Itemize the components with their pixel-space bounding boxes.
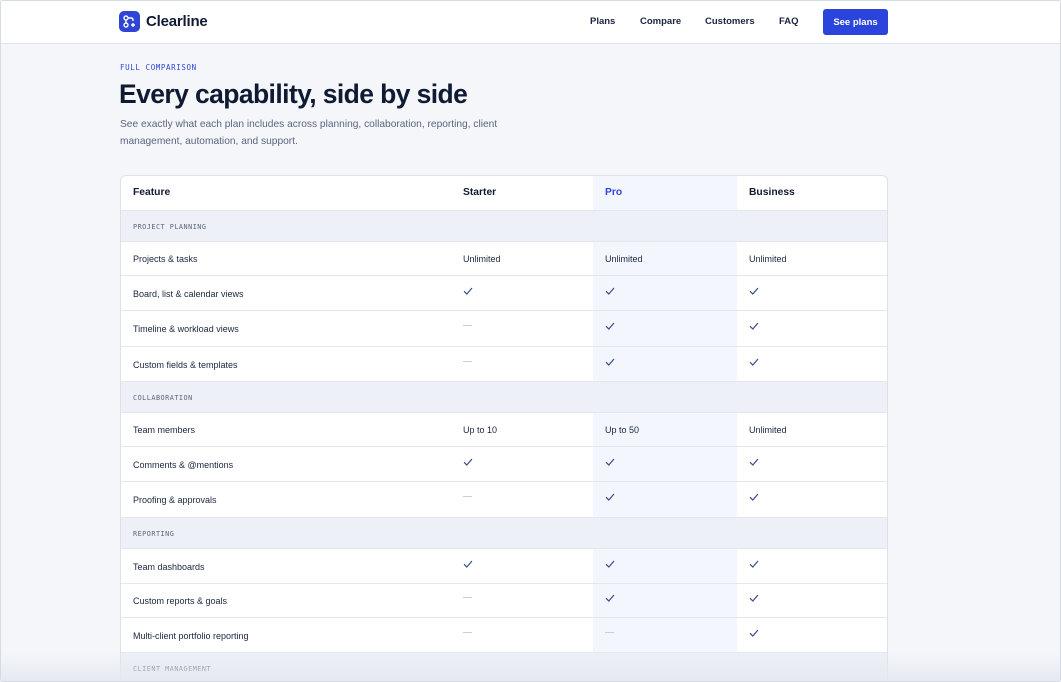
table-row: Team dashboards: [121, 549, 887, 584]
check-icon: [749, 287, 759, 295]
column-header-business[interactable]: Business: [749, 187, 795, 198]
check-icon: [605, 322, 615, 330]
table-header-row: Feature Starter Pro Business: [121, 176, 887, 211]
feature-name: Custom reports & goals: [133, 596, 228, 606]
nav-link-faq[interactable]: FAQ: [779, 16, 799, 27]
check-icon: [605, 287, 615, 295]
plan-value: Unlimited: [605, 254, 643, 264]
clearline-logo-icon: [119, 11, 140, 32]
dash-icon: [463, 325, 472, 326]
section-label: CLIENT MANAGEMENT: [133, 665, 212, 673]
plan-value: Unlimited: [749, 254, 787, 264]
feature-name: Board, list & calendar views: [133, 288, 244, 299]
plan-value: Unlimited: [463, 254, 501, 264]
section-row: PROJECT PLANNING: [121, 211, 887, 242]
dash-icon: [605, 631, 614, 633]
plan-value: Unlimited: [749, 425, 787, 435]
check-icon: [749, 358, 759, 366]
dash-icon: [463, 631, 472, 633]
section-label: PROJECT PLANNING: [133, 223, 207, 231]
table-row: Timeline & workload views: [121, 311, 887, 347]
table-row: Board, list & calendar views: [121, 276, 887, 311]
feature-name: Comments & @mentions: [133, 459, 234, 470]
plan-value: Up to 10: [463, 425, 498, 435]
dash-icon: [463, 496, 472, 497]
check-icon: [463, 560, 473, 568]
feature-name: Custom fields & templates: [133, 359, 238, 370]
column-header-starter[interactable]: Starter: [463, 187, 496, 198]
eyebrow-label: FULL COMPARISON: [120, 63, 197, 72]
check-icon: [749, 493, 759, 501]
check-icon: [605, 358, 615, 366]
check-icon: [605, 560, 615, 568]
table-row: Team members Up to 10 Up to 50 Unlimited: [121, 413, 887, 447]
table-row: Multi-client portfolio reporting: [121, 618, 887, 653]
brand[interactable]: Clearline: [119, 11, 208, 32]
check-icon: [605, 458, 615, 466]
section-label: REPORTING: [133, 530, 175, 538]
feature-name: Team dashboards: [133, 561, 205, 572]
brand-name: Clearline: [146, 13, 208, 30]
feature-name: Timeline & workload views: [133, 324, 239, 334]
see-plans-button[interactable]: See plans: [823, 9, 888, 35]
nav-link-plans[interactable]: Plans: [590, 16, 615, 27]
dash-icon: [463, 360, 472, 362]
dash-icon: [463, 597, 472, 598]
check-icon: [605, 493, 615, 501]
page: Clearline Plans Compare Customers FAQ Se…: [0, 0, 1061, 682]
check-icon: [749, 594, 759, 602]
feature-name: Multi-client portfolio reporting: [133, 630, 249, 641]
column-header-pro[interactable]: Pro: [605, 187, 622, 198]
column-header-feature: Feature: [133, 187, 171, 198]
page-title: Every capability, side by side: [119, 79, 468, 109]
nav-link-compare[interactable]: Compare: [640, 16, 681, 27]
check-icon: [749, 629, 759, 637]
section-label: COLLABORATION: [133, 394, 193, 402]
feature-name: Team members: [133, 425, 196, 435]
feature-name: Projects & tasks: [133, 254, 198, 264]
nav-link-customers[interactable]: Customers: [705, 16, 755, 27]
check-icon: [463, 287, 473, 295]
check-icon: [605, 594, 615, 602]
table-row: Proofing & approvals: [121, 482, 887, 518]
section-row: CLIENT MANAGEMENT: [121, 653, 887, 681]
section-row: COLLABORATION: [121, 382, 887, 413]
comparison-table: Feature Starter Pro Business PROJECT PLANNIN…: [120, 175, 888, 681]
check-icon: [749, 322, 759, 330]
feature-name: Proofing & approvals: [133, 495, 217, 505]
table-row: Projects & tasks Unlimited Unlimited Unlimi…: [121, 242, 887, 276]
table-row: Custom fields & templates: [121, 347, 887, 382]
section-row: REPORTING: [121, 518, 887, 549]
table-row: Comments & @mentions: [121, 447, 887, 482]
table-row: Custom reports & goals: [121, 584, 887, 618]
top-navbar: Clearline Plans Compare Customers FAQ Se…: [1, 1, 1060, 44]
page-subtitle: See exactly what each plan includes acro…: [120, 119, 498, 147]
check-icon: [749, 458, 759, 466]
plan-value: Up to 50: [605, 425, 640, 435]
check-icon: [463, 458, 473, 466]
check-icon: [749, 560, 759, 568]
